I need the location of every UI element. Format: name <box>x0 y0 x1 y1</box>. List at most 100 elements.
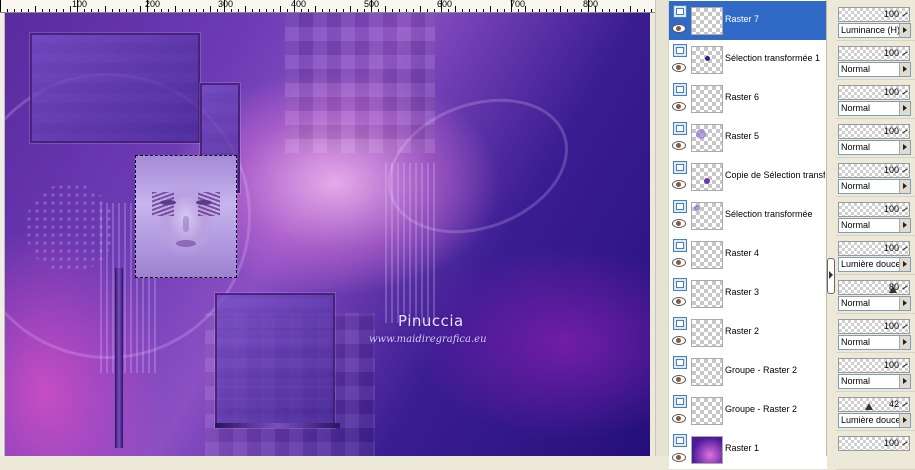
dropdown-arrow-icon[interactable] <box>899 180 910 193</box>
ruler-tick <box>161 9 162 12</box>
eye-icon[interactable] <box>672 414 686 423</box>
layer-row[interactable]: Raster 4 <box>669 235 827 275</box>
eye-icon[interactable] <box>672 219 686 228</box>
opacity-slider[interactable]: 100 <box>838 124 910 139</box>
ruler-tick <box>609 9 610 12</box>
blend-mode-label: Luminance (H) <box>841 25 899 35</box>
dropdown-arrow-icon[interactable] <box>899 258 910 271</box>
dropdown-arrow-icon[interactable] <box>899 141 910 154</box>
opacity-slider[interactable]: 80 <box>838 280 910 295</box>
raster-layer-icon <box>673 5 687 18</box>
layer-row[interactable]: Raster 6 <box>669 79 827 119</box>
blend-mode-select[interactable]: Luminance (H) <box>838 23 911 38</box>
layer-name: Sélection transformée 1 <box>725 53 821 63</box>
layer-row[interactable]: Groupe - Raster 2 <box>669 391 827 431</box>
dropdown-arrow-icon[interactable] <box>899 219 910 232</box>
face-selection[interactable] <box>135 155 237 278</box>
blend-mode-select[interactable]: Normal <box>838 335 911 350</box>
opacity-slider[interactable]: 100 <box>838 202 910 217</box>
ruler-tick <box>245 6 246 12</box>
layer-properties-column: 100 Luminance (H) 100 Normal 100 Normal 100 Nor… <box>836 0 915 470</box>
blend-mode-select[interactable]: Lumière douce <box>838 413 911 428</box>
ruler-tick <box>329 9 330 12</box>
layer-row[interactable]: Raster 3 <box>669 274 827 314</box>
dropdown-arrow-icon[interactable] <box>899 297 910 310</box>
dropdown-arrow-icon[interactable] <box>899 375 910 388</box>
artwork: Pinuccia www.maidiregrafica.eu <box>5 13 650 456</box>
eye-icon[interactable] <box>672 375 686 384</box>
layer-thumbnail <box>691 85 723 113</box>
blend-mode-select[interactable]: Normal <box>838 140 911 155</box>
image-canvas-window[interactable]: 100 200 300 400 500 600 700 800 Pinucc <box>0 0 655 456</box>
ruler-tick <box>434 9 435 12</box>
ruler-tick <box>14 9 15 12</box>
blend-mode-select[interactable]: Normal <box>838 179 911 194</box>
blend-mode-label: Normal <box>841 220 871 230</box>
ruler-tick <box>49 9 50 12</box>
ruler-tick <box>413 9 414 12</box>
ruler-tick <box>581 9 582 12</box>
panel-splitter[interactable] <box>655 0 669 456</box>
slider-arrow-icon <box>902 441 908 446</box>
dropdown-arrow-icon[interactable] <box>899 102 910 115</box>
layer-thumbnail <box>691 46 723 74</box>
layer-row[interactable]: Raster 5 <box>669 118 827 158</box>
eye-icon[interactable] <box>672 336 686 345</box>
layer-name: Raster 3 <box>725 287 760 297</box>
layer-row[interactable]: Copie de Sélection transf <box>669 157 827 197</box>
opacity-slider[interactable]: 100 <box>838 163 910 178</box>
layer-row[interactable]: Sélection transformée 1 <box>669 40 827 80</box>
opacity-slider[interactable]: 100 <box>838 7 910 22</box>
opacity-slider[interactable]: 100 <box>838 241 910 256</box>
layer-row[interactable]: Raster 1 <box>669 430 827 470</box>
slider-arrow-icon <box>902 363 908 368</box>
ruler-tick <box>630 6 631 12</box>
ruler-tick <box>651 9 652 12</box>
layer-thumbnail <box>691 397 723 425</box>
layer-row[interactable]: Sélection transformée <box>669 196 827 236</box>
raster-layer-icon <box>673 356 687 369</box>
ruler-tick <box>182 9 183 12</box>
blend-mode-select[interactable]: Lumière douce <box>838 257 911 272</box>
layer-name: Raster 1 <box>725 443 760 453</box>
blend-mode-select[interactable]: Normal <box>838 374 911 389</box>
opacity-value: 100 <box>883 126 899 136</box>
frame-panel-top <box>30 33 200 143</box>
eye-icon[interactable] <box>672 141 686 150</box>
ruler-tick <box>378 9 379 12</box>
ruler-tick <box>441 0 442 12</box>
blend-mode-select[interactable]: Normal <box>838 101 911 116</box>
eye-icon[interactable] <box>672 63 686 72</box>
layer-row[interactable]: Raster 2 <box>669 313 827 353</box>
opacity-slider[interactable]: 42 <box>838 397 910 412</box>
ruler-tick <box>168 9 169 12</box>
dropdown-arrow-icon[interactable] <box>899 336 910 349</box>
eye-icon[interactable] <box>672 258 686 267</box>
ruler-tick <box>196 9 197 12</box>
opacity-slider-thumb[interactable] <box>889 286 897 293</box>
collapse-arrow-icon[interactable] <box>827 258 835 294</box>
opacity-slider[interactable]: 100 <box>838 319 910 334</box>
opacity-value: 100 <box>883 9 899 19</box>
opacity-slider[interactable]: 100 <box>838 46 910 61</box>
layer-row[interactable]: Groupe - Raster 2 <box>669 352 827 392</box>
opacity-slider-thumb[interactable] <box>865 403 873 410</box>
blend-mode-select[interactable]: Normal <box>838 62 911 77</box>
blend-mode-select[interactable]: Normal <box>838 218 911 233</box>
eye-icon[interactable] <box>672 102 686 111</box>
dropdown-arrow-icon[interactable] <box>899 63 910 76</box>
eye-icon[interactable] <box>672 453 686 462</box>
opacity-slider[interactable]: 100 <box>838 436 910 451</box>
blend-mode-select[interactable]: Normal <box>838 296 911 311</box>
ruler-tick <box>147 0 148 12</box>
opacity-slider[interactable]: 100 <box>838 85 910 100</box>
ruler-tick <box>308 9 309 12</box>
layer-row[interactable]: Raster 7 <box>669 1 827 41</box>
layer-name: Raster 2 <box>725 326 760 336</box>
dropdown-arrow-icon[interactable] <box>899 24 910 37</box>
eye-icon[interactable] <box>672 180 686 189</box>
eye-icon[interactable] <box>672 24 686 33</box>
dropdown-arrow-icon[interactable] <box>899 414 910 427</box>
opacity-slider[interactable]: 100 <box>838 358 910 373</box>
eye-icon[interactable] <box>672 297 686 306</box>
